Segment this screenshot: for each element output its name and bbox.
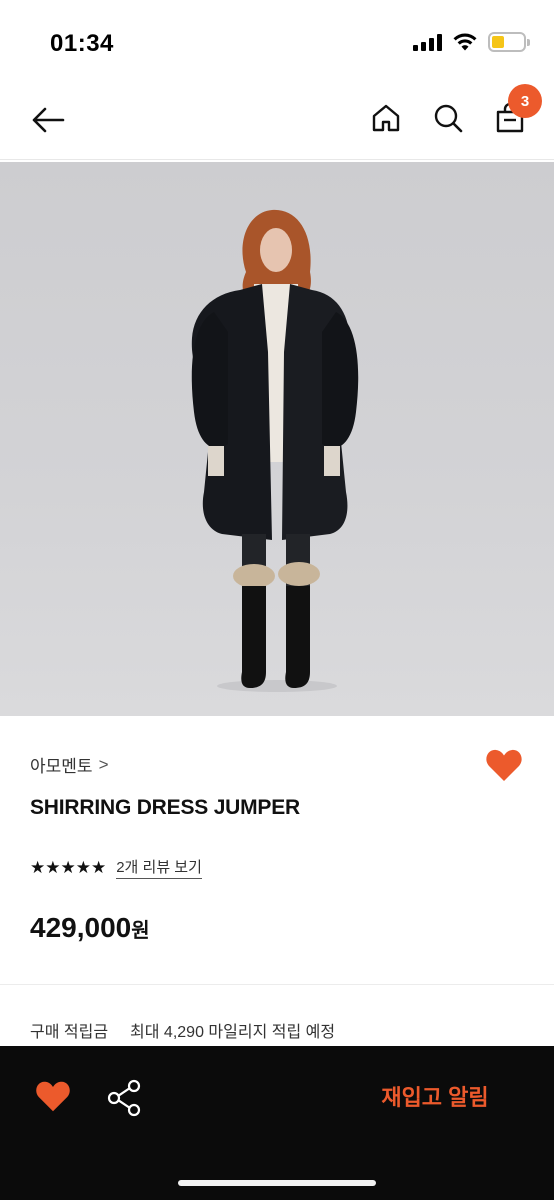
points-row: 구매 적립금 최대 4,290 마일리지 적립 예정 xyxy=(30,1018,335,1042)
share-button[interactable] xyxy=(104,1078,144,1118)
bottom-action-bar: 재입고 알림 xyxy=(0,1046,554,1200)
brand-link[interactable]: 아모멘토 > xyxy=(30,752,109,777)
search-button[interactable] xyxy=(428,98,468,138)
status-icons xyxy=(413,32,530,52)
status-bar: 01:34 xyxy=(0,0,554,80)
bottom-wishlist-button[interactable] xyxy=(34,1078,74,1118)
product-name: SHIRRING DRESS JUMPER xyxy=(30,796,301,819)
home-indicator xyxy=(178,1180,376,1186)
divider xyxy=(0,984,554,985)
review-link[interactable]: 2개 리뷰 보기 xyxy=(116,856,202,879)
wishlist-button[interactable] xyxy=(484,746,524,786)
price-unit: 원 xyxy=(131,920,150,942)
search-icon xyxy=(434,104,463,133)
home-icon xyxy=(372,104,400,132)
points-label: 구매 적립금 xyxy=(30,1024,109,1041)
rating-row: ★★★★★ 2개 리뷰 보기 xyxy=(30,856,202,879)
price-value: 429,000 xyxy=(30,912,132,943)
share-icon xyxy=(107,1079,141,1117)
back-button[interactable] xyxy=(28,100,68,140)
battery-icon xyxy=(488,32,530,52)
restock-alert-button[interactable]: 재입고 알림 xyxy=(360,1080,510,1116)
cellular-signal-icon xyxy=(413,33,442,51)
top-nav-bar xyxy=(0,80,554,160)
cart-count-badge: 3 xyxy=(508,84,542,118)
star-rating: ★★★★★ xyxy=(30,857,107,877)
product-price: 429,000원 xyxy=(30,912,150,944)
brand-name: 아모멘토 xyxy=(30,757,93,776)
product-image[interactable] xyxy=(0,162,554,716)
heart-icon xyxy=(36,1081,70,1112)
status-time: 01:34 xyxy=(50,30,114,57)
model-photo-illustration xyxy=(191,209,359,692)
chevron-right-icon: > xyxy=(98,754,109,774)
heart-icon xyxy=(486,749,522,781)
points-value: 최대 4,290 마일리지 적립 예정 xyxy=(130,1024,336,1041)
home-button[interactable] xyxy=(366,98,406,138)
wifi-icon xyxy=(453,33,477,51)
arrow-left-icon xyxy=(32,107,65,133)
